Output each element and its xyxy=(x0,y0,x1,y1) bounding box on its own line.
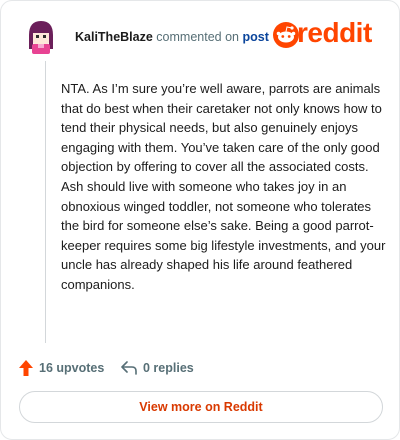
reply-arrow-icon xyxy=(121,361,137,375)
username-link[interactable]: KaliTheBlaze xyxy=(75,30,153,44)
comment-embed-card: KaliTheBlaze commented on post reddit NT… xyxy=(0,0,400,440)
upvote-arrow-icon xyxy=(19,360,33,376)
action-text: commented on xyxy=(156,30,239,44)
replies-count: 0 replies xyxy=(143,361,194,375)
comment-body: NTA. As I’m sure you’re well aware, parr… xyxy=(61,81,386,292)
comment-header: KaliTheBlaze commented on post reddit xyxy=(15,13,385,55)
thread-line xyxy=(45,61,46,343)
avatar-icon[interactable] xyxy=(23,19,59,55)
comment-meta: KaliTheBlaze commented on post xyxy=(75,29,269,45)
view-more-button[interactable]: View more on Reddit xyxy=(19,391,383,423)
post-link[interactable]: post xyxy=(242,30,268,44)
upvote-button[interactable]: 16 upvotes xyxy=(19,359,104,377)
reddit-snoo-icon xyxy=(273,22,299,48)
reddit-wordmark: reddit xyxy=(297,17,372,48)
replies-button[interactable]: 0 replies xyxy=(121,359,194,377)
reddit-logo[interactable]: reddit xyxy=(273,17,381,53)
upvotes-count: 16 upvotes xyxy=(39,361,105,375)
